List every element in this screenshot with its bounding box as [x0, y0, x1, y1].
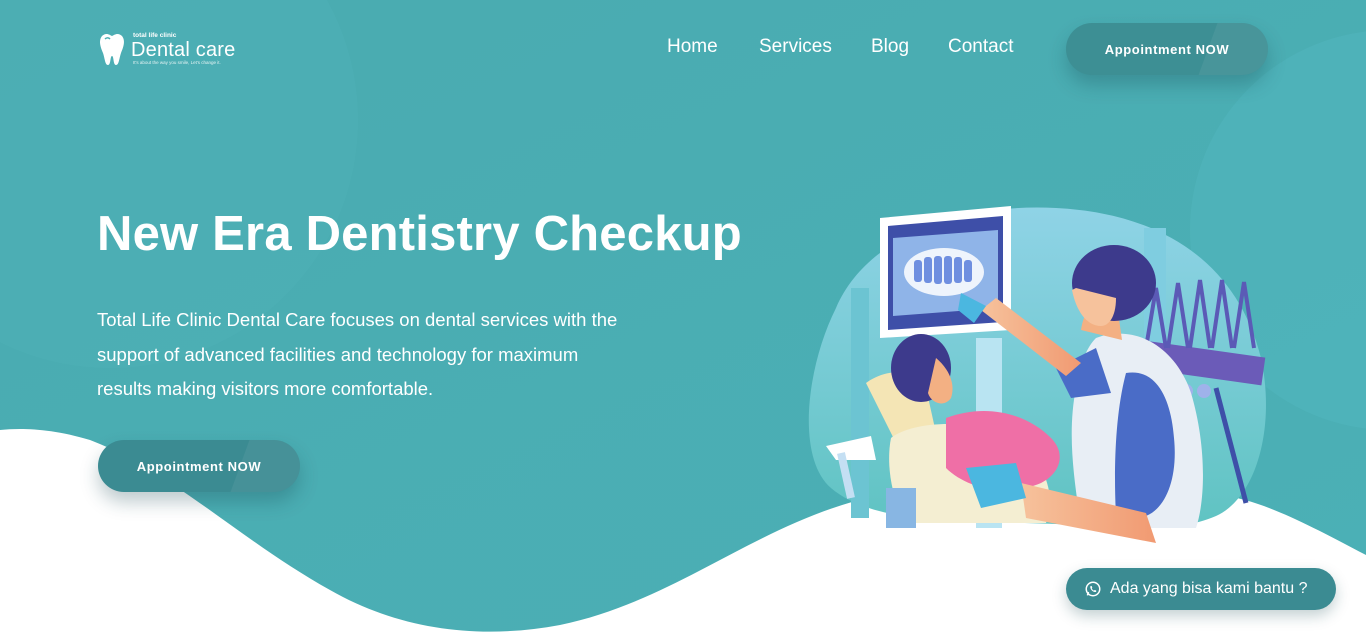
hero-description-line: results making visitors more comfortable…	[97, 378, 434, 399]
hero-appointment-button[interactable]: Appointment NOW	[98, 440, 300, 492]
hero-description: Total Life Clinic Dental Care focuses on…	[97, 303, 697, 407]
nav-home[interactable]: Home	[667, 36, 718, 58]
header-appointment-label: Appointment NOW	[1104, 41, 1230, 57]
hero-title: New Era Dentistry Checkup	[97, 207, 742, 261]
nav-services[interactable]: Services	[759, 36, 832, 58]
dentist-illustration	[808, 206, 1266, 543]
tooth-icon	[100, 33, 124, 65]
brand-logo[interactable]: total life clinic Dental care It's about…	[97, 31, 247, 67]
hero-appointment-label: Appointment NOW	[136, 458, 262, 474]
hero-description-line: support of advanced facilities and techn…	[97, 343, 579, 365]
nav-contact[interactable]: Contact	[948, 36, 1013, 58]
brand-name: Dental care	[131, 38, 236, 61]
nav-blog[interactable]: Blog	[871, 36, 909, 58]
chat-widget-label: Ada yang bisa kami bantu ?	[1110, 580, 1308, 597]
hero-description-line: Total Life Clinic Dental Care focuses on…	[97, 309, 618, 330]
chat-widget-button[interactable]: Ada yang bisa kami bantu ?	[1066, 568, 1336, 610]
header-appointment-button[interactable]: Appointment NOW	[1066, 23, 1268, 75]
whatsapp-icon	[1085, 581, 1101, 597]
brand-tagline: It's about the way you smile, Let's chan…	[133, 59, 221, 65]
